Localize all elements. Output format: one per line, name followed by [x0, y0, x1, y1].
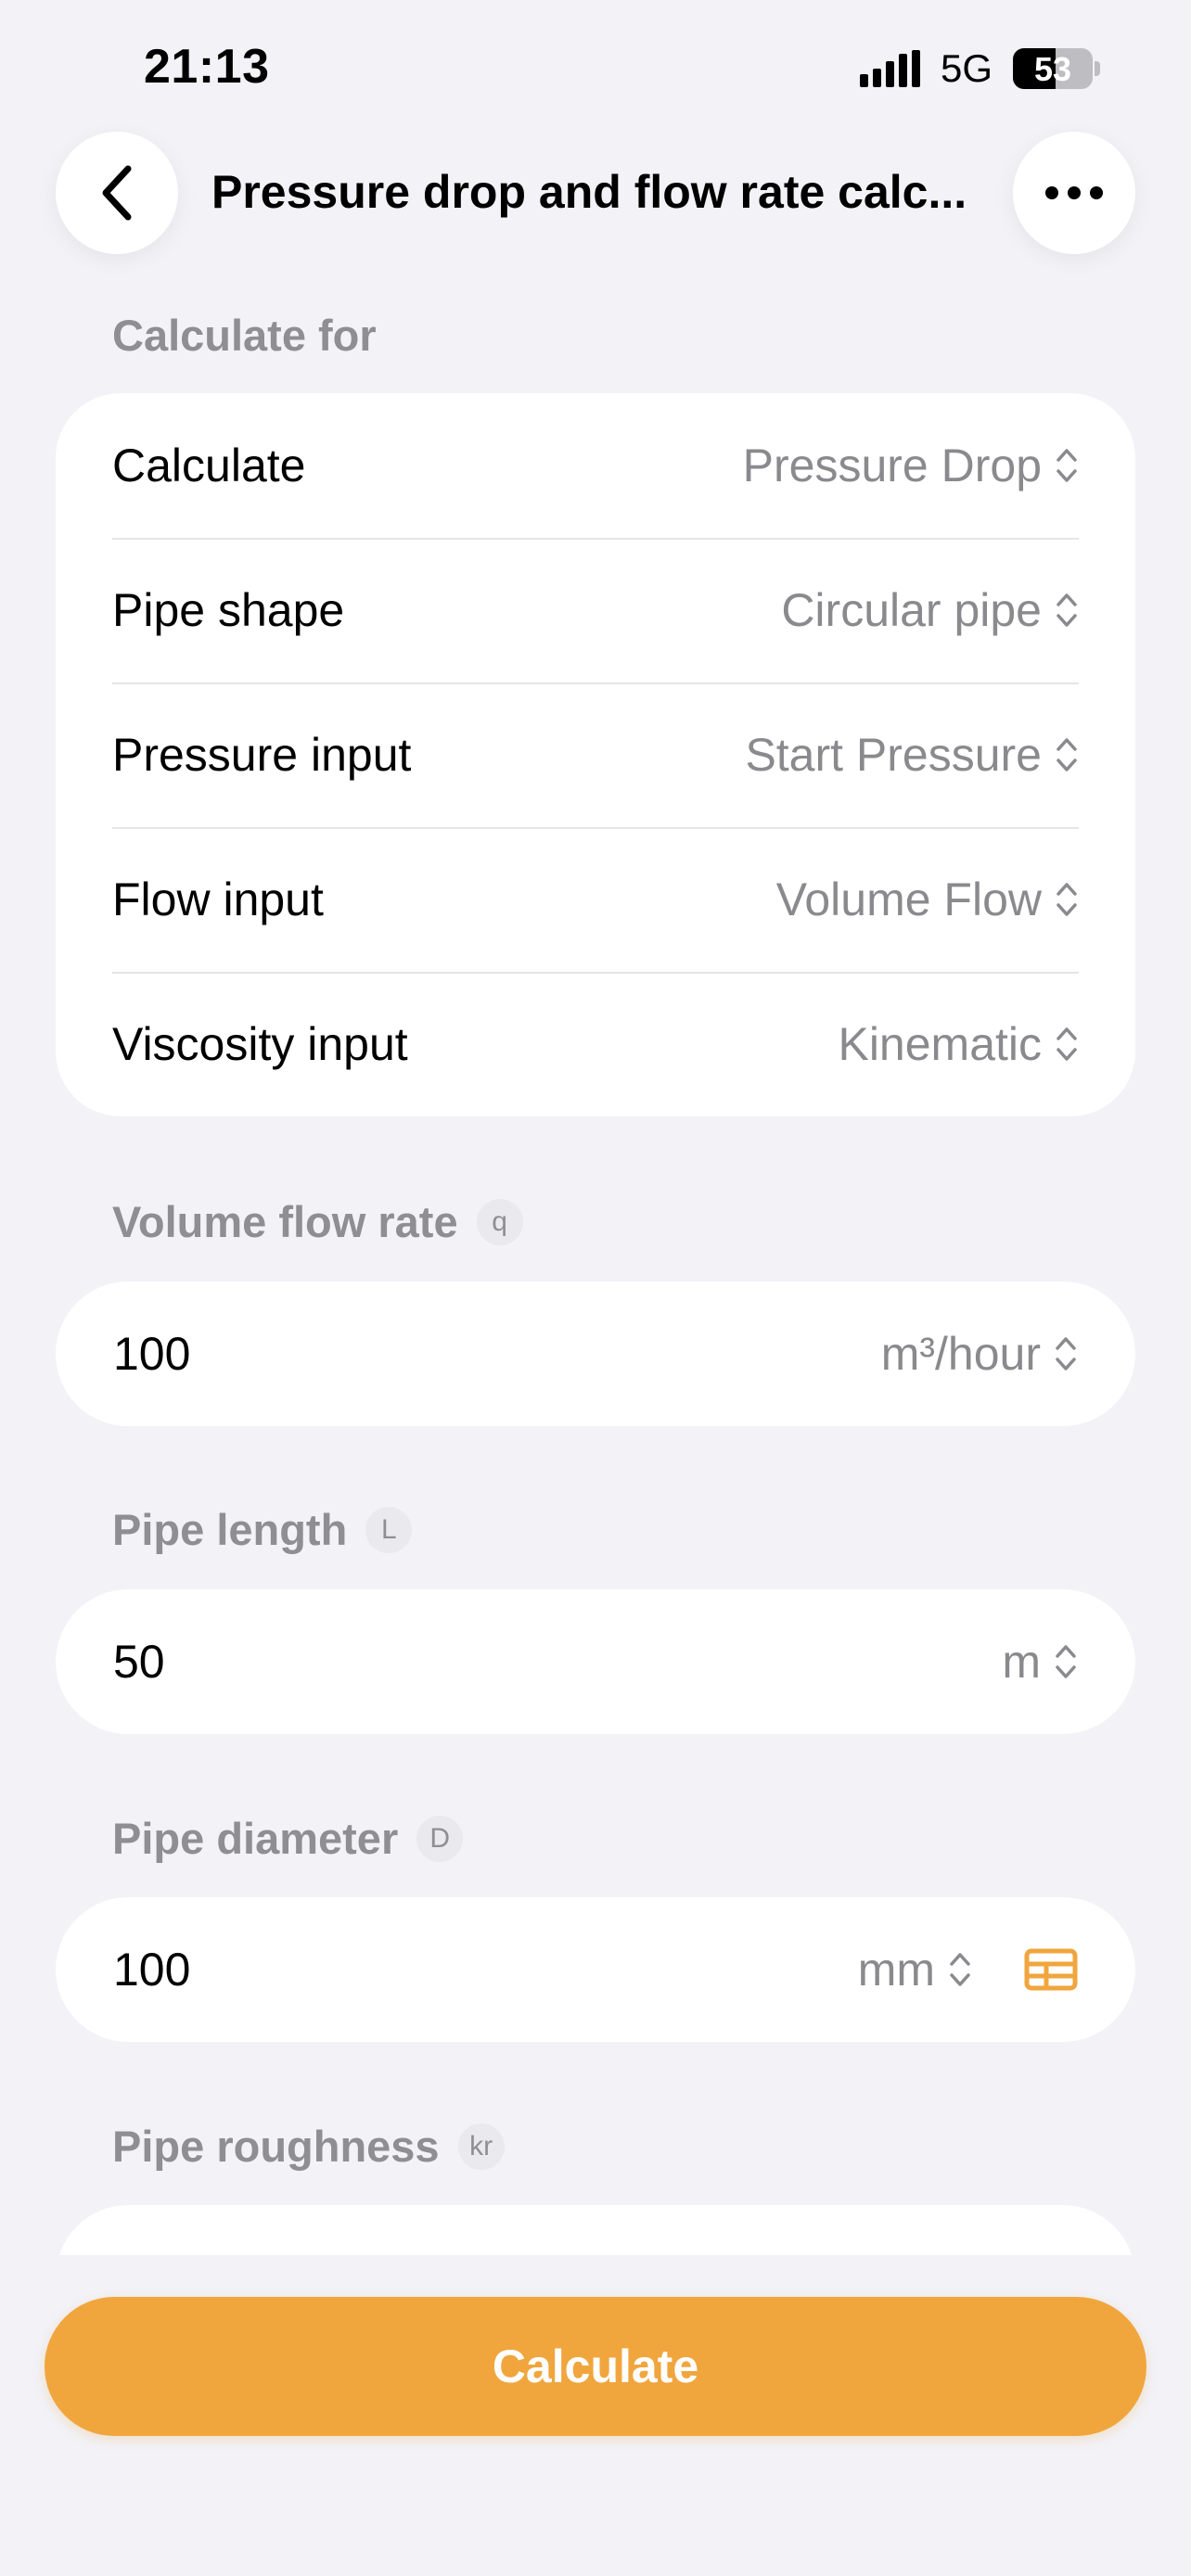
setting-value: Kinematic	[838, 1018, 1042, 1070]
unit-label: m	[1002, 1636, 1041, 1688]
setting-row-viscosity-input[interactable]: Viscosity input Kinematic	[112, 972, 1079, 1116]
field-label-text: Pipe diameter	[112, 1814, 399, 1863]
chevron-up-down-icon	[950, 1953, 970, 1986]
chevron-up-down-icon	[1057, 593, 1077, 627]
setting-value-selector[interactable]: Pressure Drop	[743, 439, 1079, 492]
setting-value-selector[interactable]: Volume Flow	[776, 873, 1079, 926]
setting-value-selector[interactable]: Circular pipe	[781, 583, 1079, 637]
symbol-chip: q	[476, 1198, 523, 1245]
calculate-button[interactable]: Calculate	[45, 2297, 1146, 2436]
setting-value-selector[interactable]: Kinematic	[838, 1017, 1079, 1071]
status-indicators: 5G 53	[859, 46, 1100, 91]
unit-label: mm	[857, 1944, 935, 1996]
pipe-length-field[interactable]: 50 m	[56, 1589, 1135, 1734]
field-label-text: Pipe roughness	[112, 2122, 440, 2171]
cellular-signal-icon	[859, 50, 920, 87]
volume-flow-rate-field[interactable]: 100 m³/hour	[56, 1282, 1135, 1426]
symbol-chip: kr	[457, 2123, 505, 2170]
setting-label: Pressure input	[112, 729, 412, 781]
unit-selector[interactable]: m³/hour	[881, 1327, 1078, 1381]
pipe-diameter-field[interactable]: 100 mm	[56, 1897, 1135, 2042]
battery-icon: 53	[1013, 48, 1093, 89]
setting-label: Flow input	[112, 874, 324, 925]
chevron-up-down-icon	[1057, 1027, 1077, 1061]
chevron-up-down-icon	[1056, 1337, 1076, 1371]
page-title: Pressure drop and flow rate calc...	[211, 166, 967, 218]
setting-value: Pressure Drop	[742, 440, 1042, 491]
setting-label: Viscosity input	[112, 1018, 408, 1070]
pipe-length-input[interactable]: 50	[113, 1635, 165, 1689]
table-icon[interactable]	[1024, 1948, 1078, 1991]
back-button[interactable]	[56, 132, 178, 254]
setting-value: Start Pressure	[745, 729, 1042, 781]
more-options-button[interactable]	[1013, 132, 1135, 254]
setting-value: Volume Flow	[775, 874, 1042, 925]
field-label-text: Pipe length	[112, 1505, 348, 1554]
chevron-up-down-icon	[1057, 883, 1077, 916]
setting-row-pressure-input[interactable]: Pressure input Start Pressure	[112, 682, 1079, 829]
setting-value: Circular pipe	[781, 584, 1042, 636]
status-time: 21:13	[144, 40, 270, 94]
setting-row-flow-input[interactable]: Flow input Volume Flow	[112, 827, 1079, 974]
volume-flow-rate-input[interactable]: 100	[113, 1327, 190, 1381]
field-label-pipe-diameter: Pipe diameter D	[112, 1813, 464, 1864]
ellipsis-icon	[1045, 186, 1103, 199]
field-label-text: Volume flow rate	[112, 1197, 458, 1246]
battery-level: 53	[1033, 50, 1072, 88]
setting-label: Calculate	[112, 440, 306, 491]
pipe-diameter-input[interactable]: 100	[113, 1943, 190, 1996]
setting-label: Pipe shape	[112, 584, 345, 636]
field-label-volume-flow-rate: Volume flow rate q	[112, 1196, 523, 1247]
field-label-pipe-roughness: Pipe roughness kr	[112, 2121, 505, 2172]
battery-nub	[1095, 61, 1100, 76]
section-label-calculate-for: Calculate for	[112, 311, 377, 360]
setting-row-calculate[interactable]: Calculate Pressure Drop	[112, 393, 1079, 540]
chevron-left-icon	[102, 165, 132, 221]
calculate-for-card: Calculate Pressure Drop Pipe shape Circu…	[56, 393, 1135, 1116]
unit-label: m³/hour	[880, 1328, 1041, 1380]
chevron-up-down-icon	[1056, 1645, 1076, 1678]
unit-selector[interactable]: mm	[858, 1943, 1078, 1996]
setting-value-selector[interactable]: Start Pressure	[745, 728, 1079, 782]
symbol-chip: D	[416, 1815, 464, 1862]
symbol-chip: L	[365, 1506, 413, 1553]
network-type: 5G	[940, 46, 992, 90]
chevron-up-down-icon	[1057, 449, 1077, 482]
setting-row-pipe-shape[interactable]: Pipe shape Circular pipe	[112, 538, 1079, 684]
chevron-up-down-icon	[1057, 738, 1077, 772]
field-label-pipe-length: Pipe length L	[112, 1504, 413, 1555]
unit-selector[interactable]: m	[1002, 1635, 1078, 1689]
